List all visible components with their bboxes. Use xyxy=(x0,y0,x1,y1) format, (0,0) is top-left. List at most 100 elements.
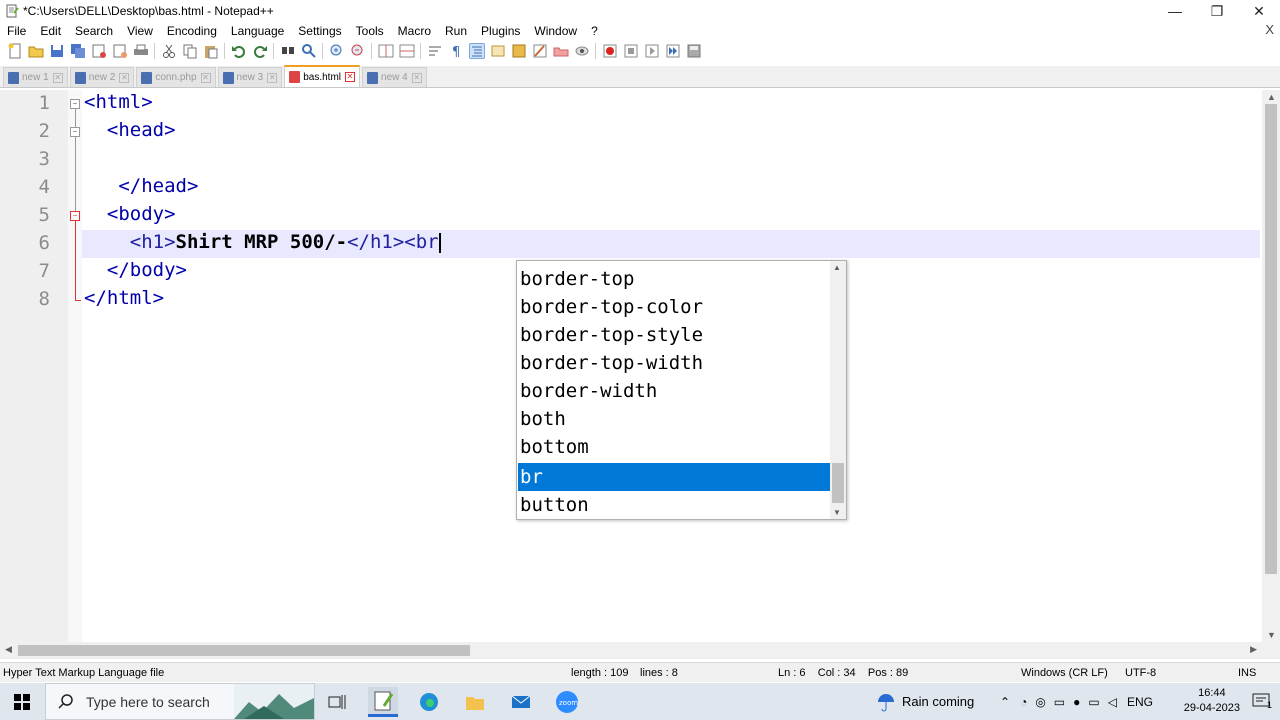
stop-macro-icon[interactable] xyxy=(623,43,639,59)
word-wrap-icon[interactable] xyxy=(427,43,443,59)
autocomplete-item[interactable]: border-width xyxy=(518,377,831,405)
file-explorer-icon[interactable] xyxy=(460,687,490,717)
print-icon[interactable] xyxy=(133,43,149,59)
taskbar-clock[interactable]: 16:44 29-04-2023 xyxy=(1184,686,1240,716)
monitoring-icon[interactable] xyxy=(574,43,590,59)
close-button[interactable]: ✕ xyxy=(1238,0,1280,22)
close-all-icon[interactable] xyxy=(112,43,128,59)
scroll-up-icon[interactable]: ▲ xyxy=(833,263,841,272)
battery-icon[interactable]: ▭ xyxy=(1088,695,1099,709)
tab-new-2[interactable]: new 2 ✕ xyxy=(69,67,135,87)
paste-icon[interactable] xyxy=(203,43,219,59)
scroll-down-icon[interactable]: ▼ xyxy=(1267,630,1276,640)
zoom-app-icon[interactable]: zoom xyxy=(552,687,582,717)
menu-tools[interactable]: Tools xyxy=(349,24,391,38)
scroll-thumb[interactable] xyxy=(1265,104,1277,574)
code-line[interactable]: 5 <body> xyxy=(0,202,1262,230)
vertical-scrollbar[interactable]: ▲ ▼ xyxy=(1262,90,1280,642)
menu-file[interactable]: File xyxy=(0,24,33,38)
tab-close-icon[interactable]: ✕ xyxy=(52,72,63,83)
open-file-icon[interactable] xyxy=(28,43,44,59)
tab-close-icon[interactable]: ✕ xyxy=(345,72,356,82)
new-file-icon[interactable] xyxy=(7,43,23,59)
redo-icon[interactable] xyxy=(252,43,268,59)
volume-icon[interactable]: ◁ xyxy=(1108,695,1117,709)
autocomplete-item[interactable]: both xyxy=(518,405,831,433)
tab-bas-html[interactable]: bas.html ✕ xyxy=(284,65,361,87)
scroll-thumb[interactable] xyxy=(832,463,844,503)
indent-guide-icon[interactable] xyxy=(468,43,485,59)
replace-icon[interactable] xyxy=(301,43,317,59)
tab-close-icon[interactable]: ✕ xyxy=(411,72,422,83)
menu-plugins[interactable]: Plugins xyxy=(474,24,527,38)
code-line[interactable]: 2 <head> xyxy=(0,118,1262,146)
autocomplete-list[interactable]: border-top border-top-color border-top-s… xyxy=(516,260,847,520)
fold-minus-icon[interactable]: − xyxy=(70,127,80,137)
input-language[interactable]: ENG xyxy=(1127,695,1153,709)
tab-new-3[interactable]: new 3 ✕ xyxy=(217,67,283,87)
run-macro-multiple-icon[interactable] xyxy=(665,43,681,59)
autocomplete-item[interactable]: border-top-color xyxy=(518,293,831,321)
record-macro-icon[interactable] xyxy=(602,43,618,59)
fold-minus-icon[interactable]: − xyxy=(70,99,80,109)
minimize-button[interactable]: — xyxy=(1154,0,1196,22)
tab-close-icon[interactable]: ✕ xyxy=(119,72,130,83)
play-macro-icon[interactable] xyxy=(644,43,660,59)
tab-close-icon[interactable]: ✕ xyxy=(200,72,211,83)
scroll-down-icon[interactable]: ▼ xyxy=(833,508,841,517)
windows-start-icon[interactable] xyxy=(0,683,44,720)
menu-edit[interactable]: Edit xyxy=(33,24,68,38)
restore-button[interactable]: ❐ xyxy=(1196,0,1238,22)
status-encoding[interactable]: UTF-8 xyxy=(1125,667,1156,679)
copy-icon[interactable] xyxy=(182,43,198,59)
autocomplete-scrollbar[interactable]: ▲ ▼ xyxy=(830,261,846,519)
horizontal-scrollbar[interactable]: ◀ ▶ xyxy=(0,642,1262,659)
save-all-icon[interactable] xyxy=(70,43,86,59)
user-language-icon[interactable] xyxy=(490,43,506,59)
edge-browser-icon[interactable] xyxy=(414,687,444,717)
autocomplete-item-selected[interactable]: br xyxy=(518,463,831,491)
autocomplete-item[interactable]: button xyxy=(518,491,831,519)
sync-vertical-icon[interactable] xyxy=(378,43,394,59)
scroll-up-icon[interactable]: ▲ xyxy=(1267,92,1276,102)
undo-icon[interactable] xyxy=(231,43,247,59)
autocomplete-item[interactable]: border-top-width xyxy=(518,349,831,377)
status-eol[interactable]: Windows (CR LF) xyxy=(1021,667,1108,679)
mail-icon[interactable] xyxy=(506,687,536,717)
function-list-icon[interactable] xyxy=(532,43,548,59)
show-all-chars-icon[interactable]: ¶ xyxy=(448,43,464,60)
scroll-thumb[interactable] xyxy=(18,645,470,656)
network-icon[interactable]: ◔ xyxy=(1020,695,1027,709)
scroll-right-icon[interactable]: ▶ xyxy=(1250,644,1257,655)
code-line[interactable]: 1 <html> xyxy=(0,90,1262,118)
microphone-icon[interactable]: ● xyxy=(1073,695,1080,709)
tab-close-icon[interactable]: ✕ xyxy=(267,72,278,83)
meet-now-icon[interactable]: ▭ xyxy=(1054,695,1065,709)
autocomplete-item[interactable]: border-top-style xyxy=(518,321,831,349)
zoom-in-icon[interactable] xyxy=(329,43,345,59)
zoom-out-icon[interactable] xyxy=(350,43,366,59)
sync-horizontal-icon[interactable] xyxy=(399,43,415,59)
menu-search[interactable]: Search xyxy=(68,24,120,38)
autocomplete-item[interactable]: bottom xyxy=(518,433,831,461)
folder-workspace-icon[interactable] xyxy=(553,43,569,59)
menu-macro[interactable]: Macro xyxy=(391,24,438,38)
close-file-icon[interactable] xyxy=(91,43,107,59)
chevron-up-icon[interactable]: ⌃ xyxy=(1000,695,1010,709)
notepadpp-taskbar-icon[interactable] xyxy=(368,687,398,717)
menu-view[interactable]: View xyxy=(120,24,160,38)
code-line[interactable]: 4 </head> xyxy=(0,174,1262,202)
task-view-icon[interactable] xyxy=(322,687,352,717)
menu-encoding[interactable]: Encoding xyxy=(160,24,224,38)
close-document-button[interactable]: X xyxy=(1265,22,1274,37)
tab-conn-php[interactable]: conn.php ✕ xyxy=(136,67,216,87)
location-icon[interactable]: ◎ xyxy=(1035,695,1045,709)
menu-language[interactable]: Language xyxy=(224,24,291,38)
document-map-icon[interactable] xyxy=(511,43,527,59)
tab-new-1[interactable]: new 1 ✕ xyxy=(3,67,68,87)
menu-run[interactable]: Run xyxy=(438,24,474,38)
find-icon[interactable] xyxy=(280,43,296,59)
autocomplete-item[interactable]: border-top xyxy=(518,265,831,293)
save-icon[interactable] xyxy=(49,43,65,59)
code-line[interactable]: 3 xyxy=(0,146,1262,174)
